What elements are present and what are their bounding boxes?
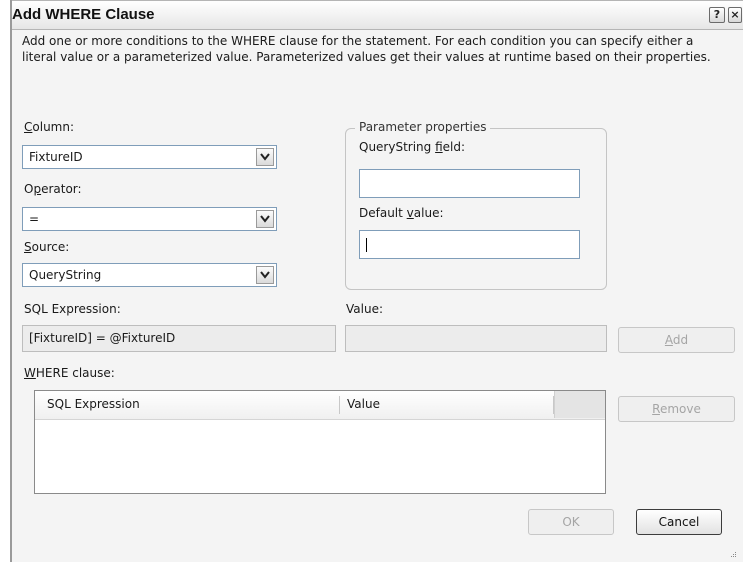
resize-grip-icon[interactable] (731, 552, 737, 558)
chevron-down-icon (260, 215, 270, 223)
dialog-title: Add WHERE Clause (12, 6, 155, 23)
chevron-down-icon (260, 271, 270, 279)
value-field (345, 325, 607, 352)
remove-button[interactable]: Remove (618, 396, 735, 422)
querystring-field-label: QueryString field: (359, 140, 466, 154)
close-button[interactable]: × (728, 7, 742, 23)
cancel-button[interactable]: Cancel (636, 509, 722, 535)
add-where-clause-dialog: Add WHERE Clause ? × Add one or more con… (10, 0, 743, 562)
close-icon: × (730, 8, 740, 21)
column-header-filler (554, 391, 605, 418)
operator-dropdown[interactable]: = (22, 207, 277, 231)
default-value-label: Default value: (359, 206, 444, 220)
source-dropdown[interactable]: QueryString (22, 263, 277, 287)
column-header-value[interactable]: Value (347, 397, 380, 411)
column-dropdown[interactable]: FixtureID (22, 145, 277, 169)
default-value-input[interactable] (359, 230, 580, 259)
operator-dropdown-button[interactable] (256, 210, 274, 228)
source-label: Source: (24, 240, 70, 254)
column-divider[interactable] (339, 396, 340, 414)
dialog-description: Add one or more conditions to the WHERE … (22, 34, 711, 64)
help-button[interactable]: ? (709, 7, 725, 23)
column-value: FixtureID (29, 150, 83, 164)
column-label: Column: (24, 120, 75, 134)
chevron-down-icon (260, 153, 270, 161)
help-icon: ? (713, 8, 721, 21)
column-header-sql-expression[interactable]: SQL Expression (47, 397, 140, 411)
sql-expression-label: SQL Expression: (24, 302, 121, 316)
operator-value: = (29, 212, 40, 226)
querystring-field-input[interactable] (359, 169, 580, 198)
parameter-properties-legend: Parameter properties (355, 120, 491, 134)
ok-button[interactable]: OK (528, 509, 614, 535)
add-button[interactable]: Add (618, 327, 735, 353)
value-label: Value: (346, 302, 383, 316)
text-cursor (366, 238, 367, 252)
operator-label: Operator: (24, 182, 82, 196)
source-value: QueryString (29, 268, 102, 282)
where-clause-list[interactable]: SQL Expression Value (34, 390, 606, 494)
column-dropdown-button[interactable] (256, 148, 274, 166)
title-bar: Add WHERE Clause ? × (12, 0, 743, 30)
sql-expression-field: [FixtureID] = @FixtureID (22, 325, 336, 352)
source-dropdown-button[interactable] (256, 266, 274, 284)
where-clause-label: WHERE clause: (24, 366, 115, 380)
list-header: SQL Expression Value (35, 391, 605, 420)
